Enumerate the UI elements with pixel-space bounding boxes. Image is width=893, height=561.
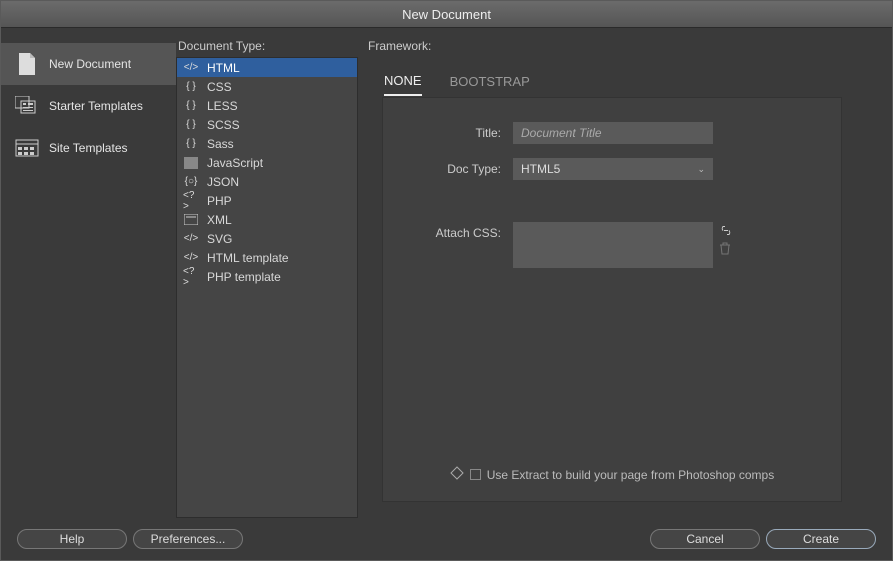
- templates-icon: [15, 94, 39, 118]
- trash-icon[interactable]: [719, 242, 733, 258]
- doctype-item-html-template[interactable]: </>HTML template: [177, 248, 357, 267]
- braces-icon: { }: [183, 137, 199, 151]
- document-type-list[interactable]: </>HTML { }CSS { }LESS { }SCSS { }Sass J…: [176, 57, 358, 518]
- doctype-label: Doc Type:: [403, 158, 513, 176]
- sidebar-item-label: Site Templates: [49, 141, 128, 155]
- doctype-item-php-template[interactable]: <?>PHP template: [177, 267, 357, 286]
- doctype-item-css[interactable]: { }CSS: [177, 77, 357, 96]
- doctype-item-json[interactable]: {○}JSON: [177, 172, 357, 191]
- document-icon: [15, 52, 39, 76]
- document-type-column: Document Type: </>HTML { }CSS { }LESS { …: [176, 28, 358, 518]
- create-button[interactable]: Create: [766, 529, 876, 549]
- link-icon[interactable]: [719, 224, 733, 238]
- framework-tabs: NONE BOOTSTRAP: [366, 57, 892, 97]
- site-icon: [15, 136, 39, 160]
- doctype-item-scss[interactable]: { }SCSS: [177, 115, 357, 134]
- titlebar: New Document: [1, 1, 892, 28]
- cancel-button[interactable]: Cancel: [650, 529, 760, 549]
- code-icon: </>: [183, 251, 199, 265]
- doctype-item-sass[interactable]: { }Sass: [177, 134, 357, 153]
- tab-bootstrap[interactable]: BOOTSTRAP: [450, 68, 530, 95]
- php-icon: <?>: [183, 194, 199, 208]
- attach-css-label: Attach CSS:: [403, 222, 513, 240]
- extract-row: Use Extract to build your page from Phot…: [403, 458, 821, 491]
- js-icon: [183, 156, 199, 170]
- form-area: Title: Doc Type: HTML5 ⌄ Attach CSS:: [382, 97, 842, 502]
- title-label: Title:: [403, 122, 513, 140]
- extract-label: Use Extract to build your page from Phot…: [487, 468, 774, 482]
- title-input[interactable]: [513, 122, 713, 144]
- doctype-select[interactable]: HTML5 ⌄: [513, 158, 713, 180]
- framework-label: Framework:: [366, 28, 892, 57]
- sidebar-item-label: New Document: [49, 57, 131, 71]
- doctype-item-svg[interactable]: </>SVG: [177, 229, 357, 248]
- sidebar: New Document Starter Templates Site Temp…: [1, 28, 176, 518]
- help-button[interactable]: Help: [17, 529, 127, 549]
- doctype-item-xml[interactable]: XML: [177, 210, 357, 229]
- preferences-button[interactable]: Preferences...: [133, 529, 243, 549]
- doctype-item-javascript[interactable]: JavaScript: [177, 153, 357, 172]
- doctype-item-html[interactable]: </>HTML: [177, 58, 357, 77]
- extract-icon: [450, 466, 464, 483]
- footer: Help Preferences... Cancel Create: [1, 518, 892, 560]
- doctype-item-php[interactable]: <?>PHP: [177, 191, 357, 210]
- doctype-item-less[interactable]: { }LESS: [177, 96, 357, 115]
- braces-icon: { }: [183, 80, 199, 94]
- sidebar-item-starter-templates[interactable]: Starter Templates: [1, 85, 176, 127]
- code-icon: </>: [183, 232, 199, 246]
- document-type-label: Document Type:: [176, 28, 358, 57]
- sidebar-item-site-templates[interactable]: Site Templates: [1, 127, 176, 169]
- sidebar-item-label: Starter Templates: [49, 99, 143, 113]
- php-icon: <?>: [183, 270, 199, 284]
- braces-icon: { }: [183, 99, 199, 113]
- window-title: New Document: [402, 7, 491, 22]
- attach-css-area[interactable]: [513, 222, 713, 268]
- tab-none[interactable]: NONE: [384, 67, 422, 96]
- code-icon: </>: [183, 61, 199, 75]
- chevron-down-icon: ⌄: [697, 164, 705, 175]
- braces-icon: { }: [183, 118, 199, 132]
- right-pane: Framework: NONE BOOTSTRAP Title: Doc Typ…: [358, 28, 892, 518]
- xml-icon: [183, 213, 199, 227]
- json-icon: {○}: [183, 175, 199, 189]
- sidebar-item-new-document[interactable]: New Document: [1, 43, 176, 85]
- extract-checkbox[interactable]: [470, 469, 481, 480]
